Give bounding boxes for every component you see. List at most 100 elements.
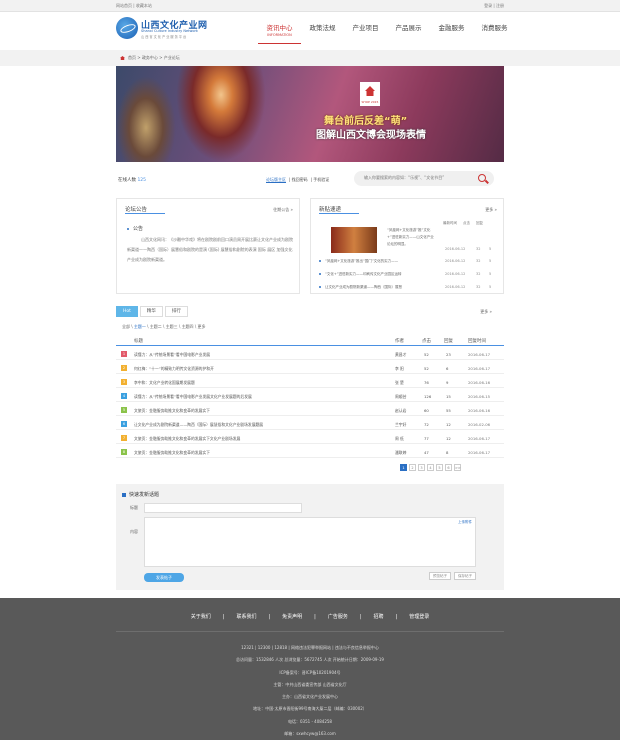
filter-topic-4[interactable]: 主题四 xyxy=(182,324,194,329)
topic-date: 2016-06-17 xyxy=(468,352,491,357)
table-row[interactable]: 6 让文化产业成为剧院新渠道——陶西（国际）展慧俗和文化产业剧场发展题展 兰宇好 72… xyxy=(116,418,504,430)
nav-item-projects[interactable]: 产业项目 xyxy=(344,20,387,44)
topic-author[interactable]: 潘联婷 xyxy=(395,450,406,456)
table-row[interactable]: 1 读懂力：从“传统场景看”看中国电影产业发展 黄昌才 52 23 2016-06-17 xyxy=(116,348,504,360)
topic-author[interactable]: 赵认岩 xyxy=(395,408,406,414)
posts-header: 最新时间 点击 回复 xyxy=(443,221,483,225)
title-label: 标题 xyxy=(130,505,138,510)
topic-title[interactable]: 文旅贡：金融服务助推文化和变革的发展实下 xyxy=(134,408,374,414)
topic-replies: 9 xyxy=(446,380,449,385)
topic-title[interactable]: 李中和：文化产业转化国展期发展题 xyxy=(134,380,374,386)
topic-title[interactable]: 读懂力：从“传统场景看”看中国电影产业发展 xyxy=(134,352,374,358)
topic-title[interactable]: 让文化产业成为剧院新渠道——陶西（国际）展慧俗和文化产业剧场发展题展 xyxy=(134,422,374,428)
filter-topic-1[interactable]: 主题一 xyxy=(134,324,146,329)
topic-filter: 全部 \ 主题一 \ 主题二 \ 主题三 \ 主题四 \ 更多 xyxy=(122,324,206,329)
title-underline xyxy=(125,213,165,214)
hero-banner[interactable]: SHOP 2015 舞台前后反差“萌” 图解山西文博会现场表情 xyxy=(116,66,504,162)
page-3[interactable]: 3 xyxy=(418,464,425,471)
topic-author[interactable]: 兰宇好 xyxy=(395,422,406,428)
topic-author[interactable]: 黄昌才 xyxy=(395,352,406,358)
topic-title[interactable]: 文旅贡：金融服务助推文化和变革的发展实下 xyxy=(134,450,374,456)
table-row[interactable]: 2 何红梅：“十一”的精致力明传文化资源的护和开 李 阳 52 6 2016-06-17 xyxy=(116,362,504,374)
top-links[interactable]: 网站首页 | 收藏本站 xyxy=(116,3,152,9)
nav-item-products[interactable]: 产品展示 xyxy=(387,20,430,44)
tab-recover-password[interactable]: 找回密码 xyxy=(292,177,308,182)
filter-topic-2[interactable]: 主题二 xyxy=(150,324,162,329)
tab-phone-verify[interactable]: 手机验证 xyxy=(313,177,329,182)
topic-date: 2016-06-15 xyxy=(468,394,491,399)
login-links[interactable]: 登录 | 注册 xyxy=(484,3,504,9)
more-link[interactable]: 更多 » xyxy=(485,207,497,213)
page-4[interactable]: 4 xyxy=(427,464,434,471)
topic-author[interactable]: 李 阳 xyxy=(395,366,404,372)
footer-line: 12321 | 12300 | 12818 | 网络违法犯罪举报网站 | 违法与… xyxy=(241,645,379,650)
breadcrumb-path: > 政务中心 > 产业论坛 xyxy=(137,55,180,60)
page-6[interactable]: 6 xyxy=(445,464,452,471)
page-2[interactable]: 2 xyxy=(409,464,416,471)
topic-title[interactable]: 读懂力：从“传统场景看”看中国电影产业发展文化产业发展题的后发展 xyxy=(134,394,374,400)
title-input[interactable] xyxy=(144,503,302,513)
table-row[interactable]: 3 李中和：文化产业转化国展期发展题 张 楚 76 9 2016-06-16 xyxy=(116,376,504,388)
logo-emblem-icon xyxy=(116,17,138,39)
topic-date: 2016-06-17 xyxy=(468,436,491,441)
topic-author[interactable]: 周顺芸 xyxy=(395,394,406,400)
tab-featured[interactable]: 精华 xyxy=(139,306,163,317)
page-next[interactable]: >> xyxy=(454,464,461,471)
upload-attachment-link[interactable]: 上传附件 xyxy=(458,520,472,525)
filter-more[interactable]: 更多 xyxy=(197,324,205,329)
topic-title[interactable]: 文旅贡：金融服务助推文化和变革的发展实下文化产业剧场发展 xyxy=(134,436,374,442)
tab-moderator[interactable]: 论坛版主区 xyxy=(266,177,286,183)
page-1[interactable]: 1 xyxy=(400,464,407,471)
footer-link-about[interactable]: 关于我们 xyxy=(191,614,211,620)
search-tabs: 论坛版主区 | 找回密码 | 手机验证 xyxy=(266,177,330,183)
nav-item-news[interactable]: 资讯中心 INFORMATION xyxy=(258,20,301,44)
list-item[interactable]: “凤凰网+文化旅游”推出“国门”文化的实力—— 2016-06-12 32 5 xyxy=(319,259,499,266)
footer-divider xyxy=(116,631,504,632)
list-item[interactable]: “文化+”进驻新实力——印刷传文化产业园区运转 2016-06-12 32 5 xyxy=(319,272,499,279)
tab-ranking[interactable]: 排行 xyxy=(164,306,188,317)
content-textarea[interactable] xyxy=(144,517,476,567)
past-notices-link[interactable]: 往期公告 » xyxy=(273,207,293,213)
submit-post-button[interactable]: 发表帖子 xyxy=(144,573,184,582)
more-link[interactable]: 更多 » xyxy=(480,309,492,315)
footer-link-admin[interactable]: 管理登录 xyxy=(409,614,429,620)
expo-logo: SHOP 2015 xyxy=(360,82,380,106)
notice-text[interactable]: 山西文化网讯：《沙雕中华戏》将在剧院剧前回口演员周开展比赛让文化产业成为剧院新渠… xyxy=(127,235,295,265)
rank-badge: 3 xyxy=(121,379,127,385)
footer-link-ads[interactable]: 广告服务 xyxy=(328,614,348,620)
topic-clicks: 52 xyxy=(424,366,429,371)
search-icon[interactable] xyxy=(478,174,486,182)
tab-hot[interactable]: Hot xyxy=(116,306,138,317)
table-row[interactable]: 4 读懂力：从“传统场景看”看中国电影产业发展文化产业发展题的后发展 周顺芸 126 1… xyxy=(116,390,504,402)
nav-item-finance[interactable]: 金融服务 xyxy=(430,20,473,44)
topic-title[interactable]: 何红梅：“十一”的精致力明传文化资源的护和开 xyxy=(134,366,374,372)
list-item[interactable]: 让文化产业成为剧院新渠道——陶西（国际）展慧 2016-06-12 32 5 xyxy=(319,285,499,292)
banner-headline: 舞台前后反差“萌” xyxy=(324,116,408,127)
topic-author[interactable]: 周 低 xyxy=(395,436,404,442)
site-logo[interactable]: 山西文化产业网 Shanxi Culture Industry Network … xyxy=(116,17,211,45)
table-row[interactable]: 8 文旅贡：金融服务助推文化和变革的发展实下 潘联婷 47 8 2016-06-17 xyxy=(116,446,504,458)
post-thumb-text[interactable]: “凤凰网+文化旅游”推“文化+”进驻新实力——山文化产业论坛的明显。 xyxy=(387,227,437,248)
table-header: 标题 作者 点击 回复 回复时间 xyxy=(116,336,504,346)
preview-button[interactable]: 预览帖子 xyxy=(429,572,451,580)
nav-item-consumer[interactable]: 消费服务 xyxy=(473,20,516,44)
page-5[interactable]: 5 xyxy=(436,464,443,471)
footer-link-disclaimer[interactable]: 免责声明 xyxy=(282,614,302,620)
top-bar: 网站首页 | 收藏本站 登录 | 注册 xyxy=(0,0,620,12)
footer-link-jobs[interactable]: 招聘 xyxy=(374,614,384,620)
topic-author[interactable]: 张 楚 xyxy=(395,380,404,386)
filter-topic-3[interactable]: 主题三 xyxy=(166,324,178,329)
topic-replies: 15 xyxy=(446,394,451,399)
table-row[interactable]: 5 文旅贡：金融服务助推文化和变革的发展实下 赵认岩 60 55 2016-06-16 xyxy=(116,404,504,416)
nav-item-policy[interactable]: 政策法规 xyxy=(301,20,344,44)
table-row[interactable]: 7 文旅贡：金融服务助推文化和变革的发展实下文化产业剧场发展 周 低 77 12 2016… xyxy=(116,432,504,444)
list-item[interactable]: 2016-06-12 32 5 xyxy=(319,247,499,254)
search-input[interactable] xyxy=(364,175,474,180)
breadcrumb-home[interactable]: 首页 xyxy=(128,55,136,60)
filter-all[interactable]: 全部 xyxy=(122,324,130,329)
footer-link-contact[interactable]: 联系我们 xyxy=(236,614,256,620)
save-button[interactable]: 保存帖子 xyxy=(454,572,476,580)
footer-line: 总访问量：1532846 人次 总浏览量：5672745 人次 开始统计日期：2… xyxy=(236,657,384,663)
quick-post-form: 快速发新话题 标题 内容 上传附件 发表帖子 预览帖子 保存帖子 xyxy=(116,484,504,590)
footer: 关于我们 | 联系我们 | 免责声明 | 广告服务 | 招聘 | 管理登录 12321 | 1230… xyxy=(0,598,620,740)
